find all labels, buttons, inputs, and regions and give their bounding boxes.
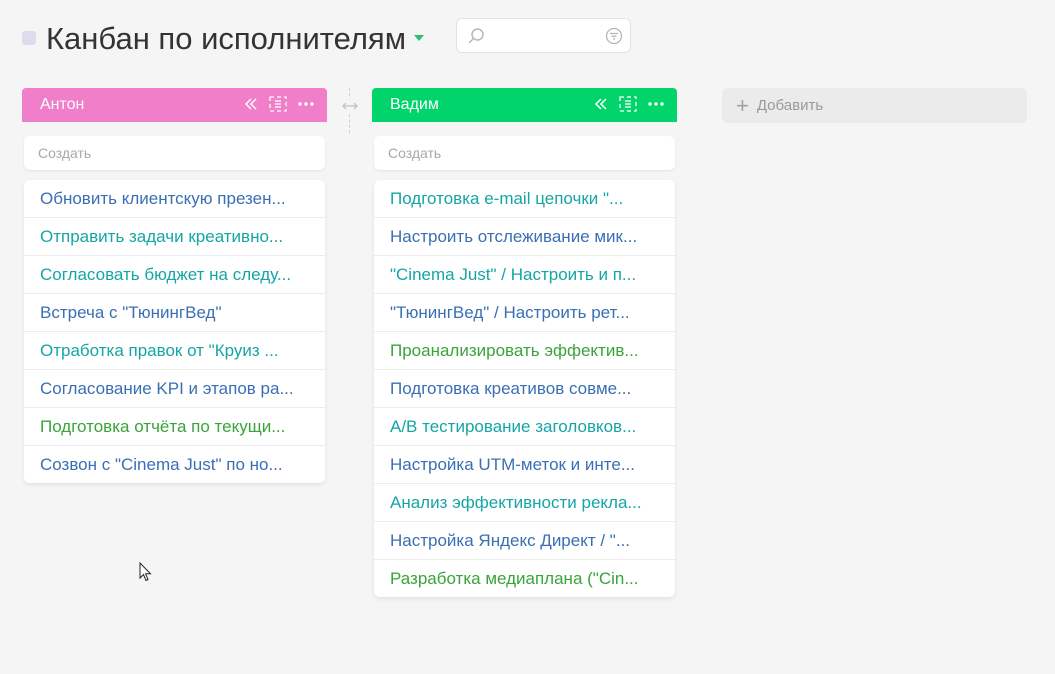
chevron-down-icon[interactable] bbox=[414, 35, 425, 41]
plus-icon: + bbox=[736, 92, 749, 118]
task-card[interactable]: Согласование KPI и этапов ра... bbox=[24, 370, 325, 408]
kanban-column-vadim: Вадим Создать Подготовка e-mail цепочки … bbox=[372, 88, 677, 597]
task-card[interactable]: Отправить задачи креативно... bbox=[24, 218, 325, 256]
task-list: Обновить клиентскую презен... Отправить з… bbox=[24, 180, 325, 483]
board-title: Канбан по исполнителям bbox=[46, 20, 407, 56]
add-column-button[interactable]: + Добавить bbox=[722, 88, 1027, 123]
more-icon[interactable] bbox=[647, 96, 665, 112]
task-card[interactable]: Подготовка e-mail цепочки "... bbox=[374, 180, 675, 218]
select-icon[interactable] bbox=[619, 96, 637, 112]
search-box[interactable] bbox=[456, 18, 631, 53]
resize-arrows-icon bbox=[342, 102, 358, 110]
kanban-column-anton: Антон Создать Обновить клиентскую презен… bbox=[22, 88, 327, 483]
collapse-icon[interactable] bbox=[243, 96, 259, 112]
filter-icon[interactable] bbox=[605, 27, 623, 45]
create-task-input[interactable]: Создать bbox=[24, 136, 325, 170]
collapse-icon[interactable] bbox=[593, 96, 609, 112]
search-icon bbox=[468, 28, 484, 44]
task-list: Подготовка e-mail цепочки "... Настроить … bbox=[374, 180, 675, 597]
create-task-input[interactable]: Создать bbox=[374, 136, 675, 170]
task-card[interactable]: Настройка Яндекс Директ / "... bbox=[374, 522, 675, 560]
column-header[interactable]: Вадим bbox=[372, 88, 677, 122]
mouse-cursor-icon bbox=[139, 562, 152, 582]
board-header: Канбан по исполнителям bbox=[22, 16, 425, 60]
task-card[interactable]: Встреча с "ТюнингВед" bbox=[24, 294, 325, 332]
search-input[interactable] bbox=[491, 27, 605, 47]
task-card[interactable]: Настроить отслеживание мик... bbox=[374, 218, 675, 256]
task-card[interactable]: Разработка медиаплана ("Cin... bbox=[374, 560, 675, 597]
column-actions bbox=[593, 96, 665, 112]
task-card[interactable]: Созвон с "Cinema Just" по но... bbox=[24, 446, 325, 483]
task-card[interactable]: A/B тестирование заголовков... bbox=[374, 408, 675, 446]
task-card[interactable]: Обновить клиентскую презен... bbox=[24, 180, 325, 218]
more-icon[interactable] bbox=[297, 96, 315, 112]
board-color-square bbox=[22, 31, 36, 45]
column-title: Вадим bbox=[390, 96, 439, 113]
column-header[interactable]: Антон bbox=[22, 88, 327, 122]
column-title: Антон bbox=[40, 96, 85, 113]
add-column-label: Добавить bbox=[756, 97, 824, 114]
task-card[interactable]: "Cinema Just" / Настроить и п... bbox=[374, 256, 675, 294]
task-card[interactable]: "ТюнингВед" / Настроить рет... bbox=[374, 294, 675, 332]
select-icon[interactable] bbox=[269, 96, 287, 112]
task-card[interactable]: Проанализировать эффектив... bbox=[374, 332, 675, 370]
resize-handle[interactable] bbox=[341, 99, 359, 113]
task-card[interactable]: Согласовать бюджет на следу... bbox=[24, 256, 325, 294]
task-card[interactable]: Подготовка креативов совме... bbox=[374, 370, 675, 408]
task-card[interactable]: Анализ эффективности рекла... bbox=[374, 484, 675, 522]
column-actions bbox=[243, 96, 315, 112]
task-card[interactable]: Подготовка отчёта по текущи... bbox=[24, 408, 325, 446]
task-card[interactable]: Настройка UTM-меток и инте... bbox=[374, 446, 675, 484]
task-card[interactable]: Отработка правок от "Круиз ... bbox=[24, 332, 325, 370]
